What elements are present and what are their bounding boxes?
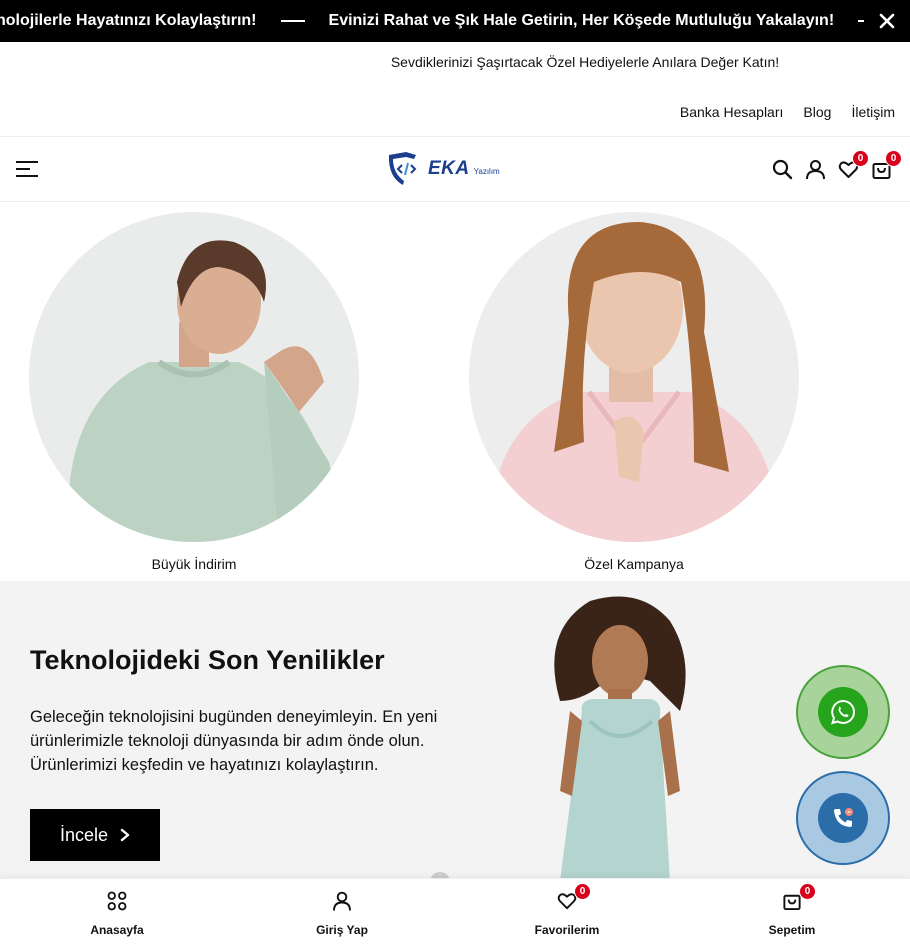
logo-text: EKA	[428, 158, 470, 179]
whatsapp-icon-wrapper	[818, 687, 868, 737]
grid-icon	[107, 891, 127, 911]
nav-label: Giriş Yap	[316, 923, 368, 937]
site-header: EKA Yazılım 0 0	[0, 136, 910, 202]
category-card-special-campaign[interactable]: Özel Kampanya	[469, 212, 799, 572]
chevron-right-icon	[120, 828, 130, 842]
hamburger-menu-button[interactable]	[16, 161, 40, 179]
nav-label: Favorilerim	[534, 923, 600, 937]
favorites-count-badge: 0	[574, 883, 591, 900]
nav-home[interactable]: Anasayfa	[57, 891, 177, 937]
category-label: Özel Kampanya	[584, 556, 684, 572]
inspect-button-label: İncele	[59, 824, 109, 845]
category-image	[469, 212, 799, 542]
nav-login[interactable]: Giriş Yap	[282, 891, 402, 937]
hero-description: Geleceğin teknolojisini bugünden deneyim…	[30, 708, 438, 774]
menu-line	[16, 168, 30, 170]
announcement-marquee: nolojilerle Hayatınızı Kolaylaştırın! Ev…	[0, 0, 910, 42]
separator-dash	[280, 20, 305, 22]
close-announcement-button[interactable]	[864, 0, 910, 42]
bottom-navigation: Anasayfa Giriş Yap 0 Favorilerim 0 Sepet…	[0, 878, 910, 945]
nav-label: Sepetim	[768, 923, 816, 937]
phone-icon	[834, 808, 853, 827]
header-actions: 0 0	[772, 150, 902, 180]
menu-line	[16, 175, 38, 177]
whatsapp-icon	[831, 699, 855, 725]
announcement-bar: nolojilerle Hayatınızı Kolaylaştırın! Ev…	[0, 0, 910, 42]
link-blog[interactable]: Blog	[803, 104, 831, 120]
user-icon	[806, 160, 825, 180]
model-green-sweater-image	[29, 212, 359, 542]
phone-icon-wrapper	[818, 793, 868, 843]
menu-line	[16, 161, 38, 163]
model-pink-shirt-image	[469, 212, 799, 542]
favorites-count-badge: 0	[852, 150, 869, 167]
user-icon	[333, 891, 351, 911]
category-card-big-sale[interactable]: Büyük İndirim	[29, 212, 359, 572]
search-button[interactable]	[772, 159, 793, 180]
cart-count-badge: 0	[799, 883, 816, 900]
search-icon	[772, 159, 793, 180]
category-label: Büyük İndirim	[151, 556, 237, 572]
site-logo[interactable]: EKA Yazılım	[386, 151, 500, 187]
inspect-button[interactable]: İncele	[30, 809, 160, 861]
link-bank-accounts[interactable]: Banka Hesapları	[680, 104, 784, 120]
logo-subtext: Yazılım	[473, 166, 500, 176]
category-circles: Büyük İndirim Özel Kampanya	[0, 202, 910, 580]
hero-model-image	[520, 591, 720, 881]
nav-label: Anasayfa	[90, 923, 144, 937]
announcement-message: nolojilerle Hayatınızı Kolaylaştırın!	[0, 12, 257, 29]
shield-logo-icon	[388, 152, 417, 185]
page: nolojilerle Hayatınızı Kolaylaştırın! Ev…	[0, 0, 910, 945]
category-image	[29, 212, 359, 542]
favorites-button[interactable]: 0	[838, 150, 869, 180]
cart-count-badge: 0	[885, 150, 902, 167]
hero-title: Teknolojideki Son Yenilikler	[30, 645, 385, 675]
account-button[interactable]	[805, 159, 826, 180]
nav-cart[interactable]: 0 Sepetim	[732, 883, 852, 937]
announcement-message: Evinizi Rahat ve Şık Hale Getirin, Her K…	[328, 12, 835, 29]
link-contact[interactable]: İletişim	[851, 104, 895, 120]
whatsapp-button[interactable]	[796, 665, 890, 759]
promo-subbar: Sevdiklerinizi Şaşırtacak Özel Hediyeler…	[0, 42, 910, 82]
hero-banner: Teknolojideki Son Yenilikler Geleceğin t…	[0, 581, 910, 881]
close-icon	[879, 13, 895, 29]
promo-text: Sevdiklerinizi Şaşırtacak Özel Hediyeler…	[390, 54, 780, 70]
nav-favorites[interactable]: 0 Favorilerim	[507, 883, 627, 937]
call-button[interactable]	[796, 771, 890, 865]
top-links: Banka Hesapları Blog İletişim	[680, 104, 895, 120]
cart-button[interactable]: 0	[871, 150, 902, 180]
